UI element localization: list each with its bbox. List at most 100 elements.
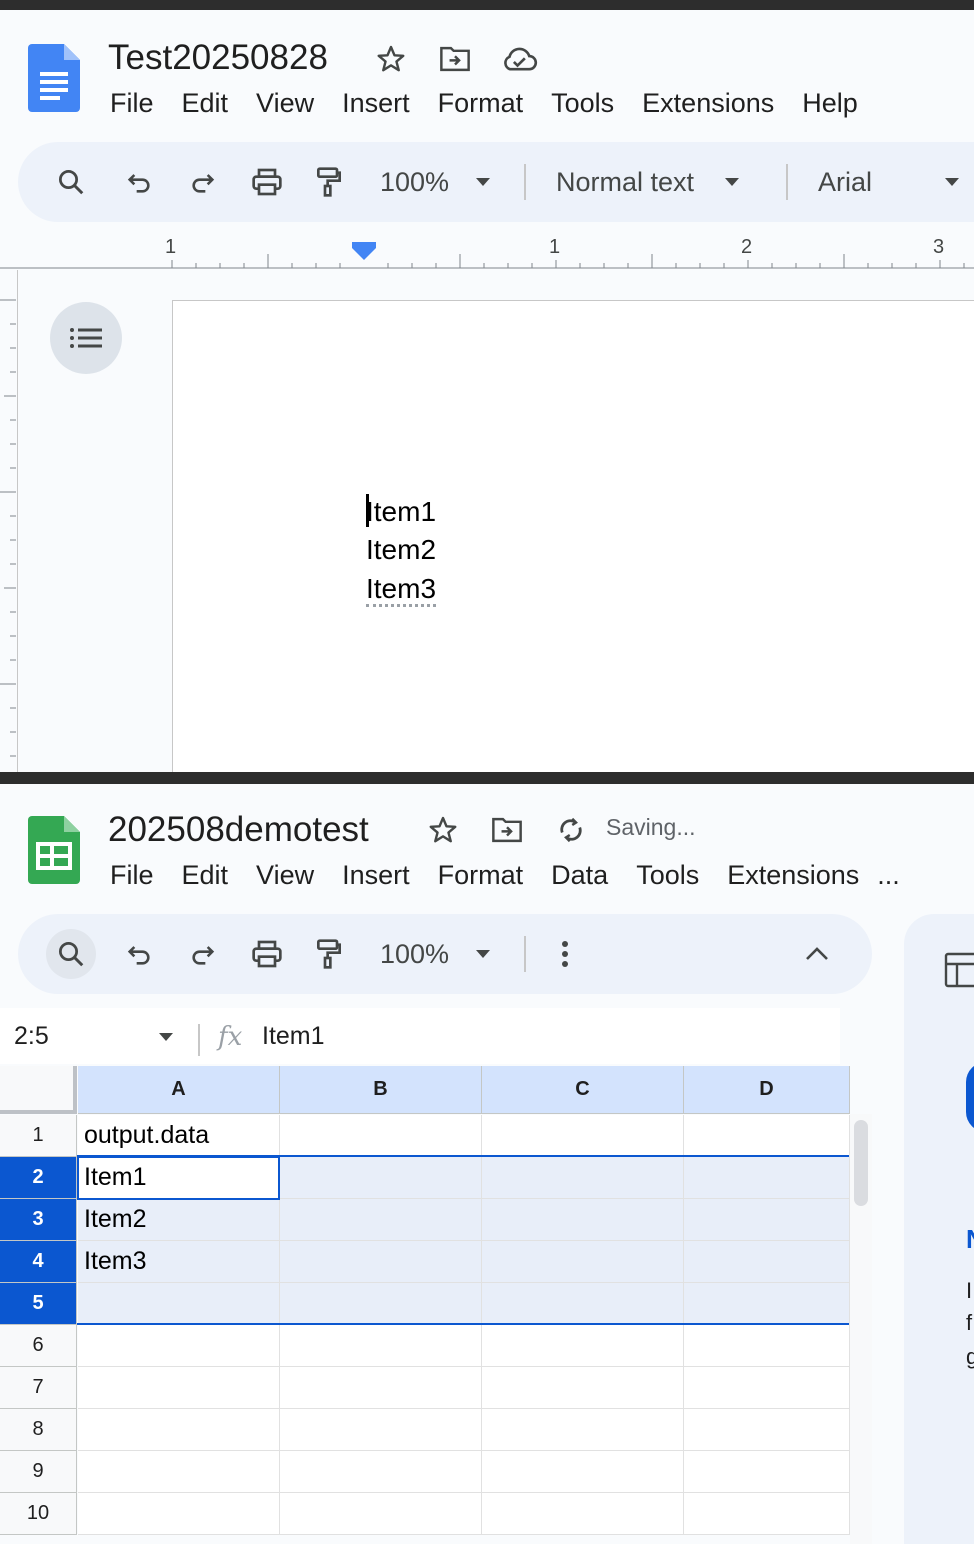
undo-icon[interactable] — [114, 929, 164, 979]
cell[interactable] — [78, 1409, 280, 1451]
row-header[interactable]: 9 — [0, 1451, 77, 1493]
cell[interactable] — [280, 1493, 482, 1535]
cell-a1[interactable]: output.data — [78, 1115, 280, 1157]
document-outline-button[interactable] — [50, 302, 122, 374]
cell-a3[interactable]: Item2 — [78, 1199, 280, 1241]
cell[interactable] — [78, 1493, 280, 1535]
move-folder-icon[interactable] — [436, 40, 474, 78]
move-folder-icon[interactable] — [488, 811, 526, 849]
document-page[interactable] — [172, 300, 974, 772]
cell[interactable] — [280, 1283, 482, 1325]
redo-icon[interactable] — [178, 929, 228, 979]
row-header[interactable]: 6 — [0, 1325, 77, 1367]
row-header[interactable]: 4 — [0, 1241, 77, 1283]
cell[interactable] — [684, 1451, 850, 1493]
side-panel-layout-icon[interactable] — [944, 952, 974, 988]
cloud-saved-icon[interactable] — [500, 40, 538, 78]
cell[interactable] — [280, 1157, 482, 1199]
sheets-logo-icon[interactable] — [28, 816, 80, 884]
cell-a4[interactable]: Item3 — [78, 1241, 280, 1283]
column-header-d[interactable]: D — [684, 1066, 850, 1114]
row-header[interactable]: 3 — [0, 1199, 77, 1241]
undo-icon[interactable] — [114, 157, 164, 207]
more-options-icon[interactable] — [540, 929, 590, 979]
cell[interactable] — [280, 1325, 482, 1367]
cell[interactable] — [482, 1115, 684, 1157]
menu-format[interactable]: Format — [424, 855, 538, 895]
cell[interactable] — [280, 1115, 482, 1157]
menu-extensions[interactable]: Extensions — [713, 855, 873, 895]
cell-a5[interactable] — [78, 1283, 280, 1325]
vertical-ruler[interactable] — [0, 270, 18, 772]
menu-edit[interactable]: Edit — [168, 83, 243, 123]
cell[interactable] — [482, 1451, 684, 1493]
cell[interactable] — [684, 1325, 850, 1367]
cell[interactable] — [482, 1157, 684, 1199]
cell[interactable] — [482, 1409, 684, 1451]
search-menus-icon[interactable] — [46, 157, 96, 207]
doc-paragraph[interactable]: Item2 — [366, 534, 436, 566]
menu-insert[interactable]: Insert — [328, 83, 424, 123]
docs-logo-icon[interactable] — [28, 44, 80, 112]
cell[interactable] — [684, 1367, 850, 1409]
cell[interactable] — [482, 1283, 684, 1325]
hide-menus-chevron-up-icon[interactable] — [792, 929, 842, 979]
zoom-select[interactable]: 100% — [380, 142, 491, 222]
paint-format-icon[interactable] — [304, 929, 354, 979]
menu-view[interactable]: View — [242, 855, 328, 895]
cell[interactable] — [482, 1241, 684, 1283]
menu-tools[interactable]: Tools — [622, 855, 713, 895]
cell[interactable] — [684, 1241, 850, 1283]
cell[interactable] — [684, 1409, 850, 1451]
row-header[interactable]: 10 — [0, 1493, 77, 1535]
cell[interactable] — [78, 1325, 280, 1367]
doc-paragraph[interactable]: Item1 — [366, 496, 436, 528]
menu-format[interactable]: Format — [424, 83, 538, 123]
cell[interactable] — [280, 1451, 482, 1493]
menu-edit[interactable]: Edit — [168, 855, 243, 895]
menu-view[interactable]: View — [242, 83, 328, 123]
paint-format-icon[interactable] — [304, 157, 354, 207]
menu-file[interactable]: File — [96, 855, 168, 895]
menu-tools[interactable]: Tools — [537, 83, 628, 123]
row-header[interactable]: 2 — [0, 1157, 77, 1199]
document-title[interactable]: Test20250828 — [108, 38, 328, 78]
cell[interactable] — [482, 1325, 684, 1367]
cell[interactable] — [280, 1409, 482, 1451]
column-header-c[interactable]: C — [482, 1066, 684, 1114]
row-header[interactable]: 5 — [0, 1283, 77, 1325]
scrollbar-thumb[interactable] — [854, 1120, 868, 1206]
formula-input[interactable]: Item1 — [262, 1022, 325, 1051]
cell[interactable] — [280, 1241, 482, 1283]
print-icon[interactable] — [242, 157, 292, 207]
print-icon[interactable] — [242, 929, 292, 979]
cell[interactable] — [684, 1115, 850, 1157]
menu-more[interactable]: ... — [873, 855, 904, 895]
menu-help[interactable]: Help — [788, 83, 872, 123]
menu-extensions[interactable]: Extensions — [628, 83, 788, 123]
cell[interactable] — [78, 1451, 280, 1493]
row-header[interactable]: 7 — [0, 1367, 77, 1409]
cell[interactable] — [684, 1199, 850, 1241]
select-all-corner[interactable] — [0, 1066, 77, 1114]
column-header-b[interactable]: B — [280, 1066, 482, 1114]
horizontal-ruler[interactable]: 1 1 2 3 — [0, 230, 974, 270]
menu-data[interactable]: Data — [537, 855, 622, 895]
row-header[interactable]: 1 — [0, 1115, 77, 1157]
paragraph-style-select[interactable]: Normal text — [556, 142, 740, 222]
search-menus-icon[interactable] — [46, 929, 96, 979]
font-select[interactable]: Arial — [818, 142, 960, 222]
redo-icon[interactable] — [178, 157, 228, 207]
cell[interactable] — [684, 1493, 850, 1535]
spreadsheet-title[interactable]: 202508demotest — [108, 810, 369, 850]
menu-insert[interactable]: Insert — [328, 855, 424, 895]
star-icon[interactable] — [424, 811, 462, 849]
cell[interactable] — [684, 1283, 850, 1325]
menu-file[interactable]: File — [96, 83, 168, 123]
vertical-scrollbar[interactable] — [850, 1114, 872, 1544]
doc-paragraph[interactable]: Item3 — [366, 573, 437, 607]
cell[interactable] — [78, 1367, 280, 1409]
cell[interactable] — [482, 1367, 684, 1409]
column-header-a[interactable]: A — [78, 1066, 280, 1114]
row-header[interactable]: 8 — [0, 1409, 77, 1451]
